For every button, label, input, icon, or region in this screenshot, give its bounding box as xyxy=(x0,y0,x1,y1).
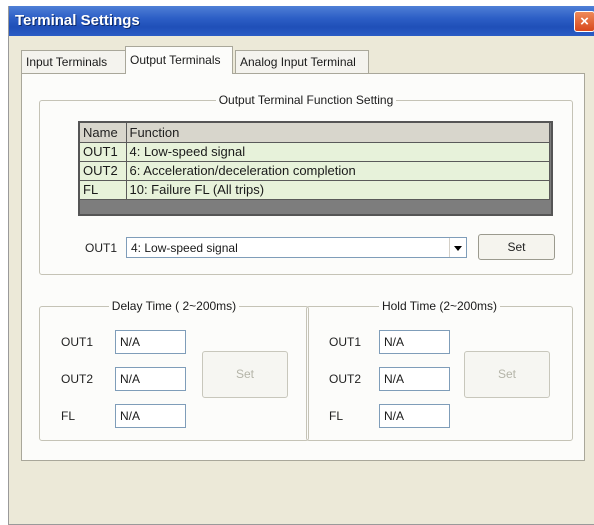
tab-input-terminals-label: Input Terminals xyxy=(26,55,108,69)
function-table: Name Function OUT1 4: Low-speed signal O… xyxy=(78,121,553,216)
hold-out1-field[interactable]: N/A xyxy=(379,330,450,354)
hold-fl-value: N/A xyxy=(384,409,405,423)
close-button[interactable]: × xyxy=(574,11,594,32)
delay-fl-value: N/A xyxy=(120,409,141,423)
column-header-name[interactable]: Name xyxy=(80,123,127,143)
hold-set-button[interactable]: Set xyxy=(464,351,550,398)
delay-out2-field[interactable]: N/A xyxy=(115,367,186,391)
cell-function[interactable]: 4: Low-speed signal xyxy=(126,142,550,162)
delay-fl-label: FL xyxy=(61,409,76,423)
cell-function[interactable]: 10: Failure FL (All trips) xyxy=(126,180,550,200)
delay-out1-value: N/A xyxy=(120,335,141,349)
delay-out1-label: OUT1 xyxy=(61,335,94,349)
tab-output-terminals-label: Output Terminals xyxy=(130,53,221,67)
chevron-down-icon xyxy=(454,246,462,251)
tab-analog-input-terminal[interactable]: Analog Input Terminal xyxy=(235,50,369,73)
tab-input-terminals[interactable]: Input Terminals xyxy=(21,50,127,73)
cell-name[interactable]: OUT1 xyxy=(80,142,127,162)
delay-out1-field[interactable]: N/A xyxy=(115,330,186,354)
hold-set-button-label: Set xyxy=(497,367,516,381)
cell-name[interactable]: OUT2 xyxy=(80,161,127,181)
function-set-button-label: Set xyxy=(507,240,526,254)
close-icon: × xyxy=(580,13,589,30)
title-bar[interactable]: Terminal Settings × xyxy=(9,6,594,36)
delay-time-legend: Delay Time ( 2~200ms) xyxy=(111,299,237,313)
table-header-row: Name Function xyxy=(80,123,550,143)
table-row[interactable]: FL 10: Failure FL (All trips) xyxy=(80,180,550,200)
hold-out2-label: OUT2 xyxy=(329,372,362,386)
cell-function[interactable]: 6: Acceleration/deceleration completion xyxy=(126,161,550,181)
hold-out2-field[interactable]: N/A xyxy=(379,367,450,391)
delay-out2-label: OUT2 xyxy=(61,372,94,386)
dropdown-button[interactable] xyxy=(449,238,466,257)
function-select[interactable]: 4: Low-speed signal xyxy=(126,237,467,258)
table-row[interactable]: OUT2 6: Acceleration/deceleration comple… xyxy=(80,161,550,181)
tab-analog-input-terminal-label: Analog Input Terminal xyxy=(240,55,356,69)
delay-set-button-label: Set xyxy=(235,367,254,381)
hold-time-legend: Hold Time (2~200ms) xyxy=(381,299,498,313)
delay-out2-value: N/A xyxy=(120,372,141,386)
delay-fl-field[interactable]: N/A xyxy=(115,404,186,428)
hold-out2-value: N/A xyxy=(384,372,405,386)
function-select-value: 4: Low-speed signal xyxy=(131,241,238,255)
selector-label: OUT1 xyxy=(85,241,118,255)
column-header-function[interactable]: Function xyxy=(126,123,550,143)
hold-out1-value: N/A xyxy=(384,335,405,349)
hold-out1-label: OUT1 xyxy=(329,335,362,349)
function-set-button[interactable]: Set xyxy=(478,234,555,260)
hold-fl-label: FL xyxy=(329,409,344,423)
table-row[interactable]: OUT1 4: Low-speed signal xyxy=(80,142,550,162)
delay-set-button[interactable]: Set xyxy=(202,351,288,398)
window-title: Terminal Settings xyxy=(15,12,140,29)
tab-output-terminals[interactable]: Output Terminals xyxy=(125,46,233,74)
cell-name[interactable]: FL xyxy=(80,180,127,200)
terminal-settings-window: Terminal Settings × Input Terminals Outp… xyxy=(8,6,594,525)
output-terminal-function-legend: Output Terminal Function Setting xyxy=(218,93,394,107)
hold-fl-field[interactable]: N/A xyxy=(379,404,450,428)
